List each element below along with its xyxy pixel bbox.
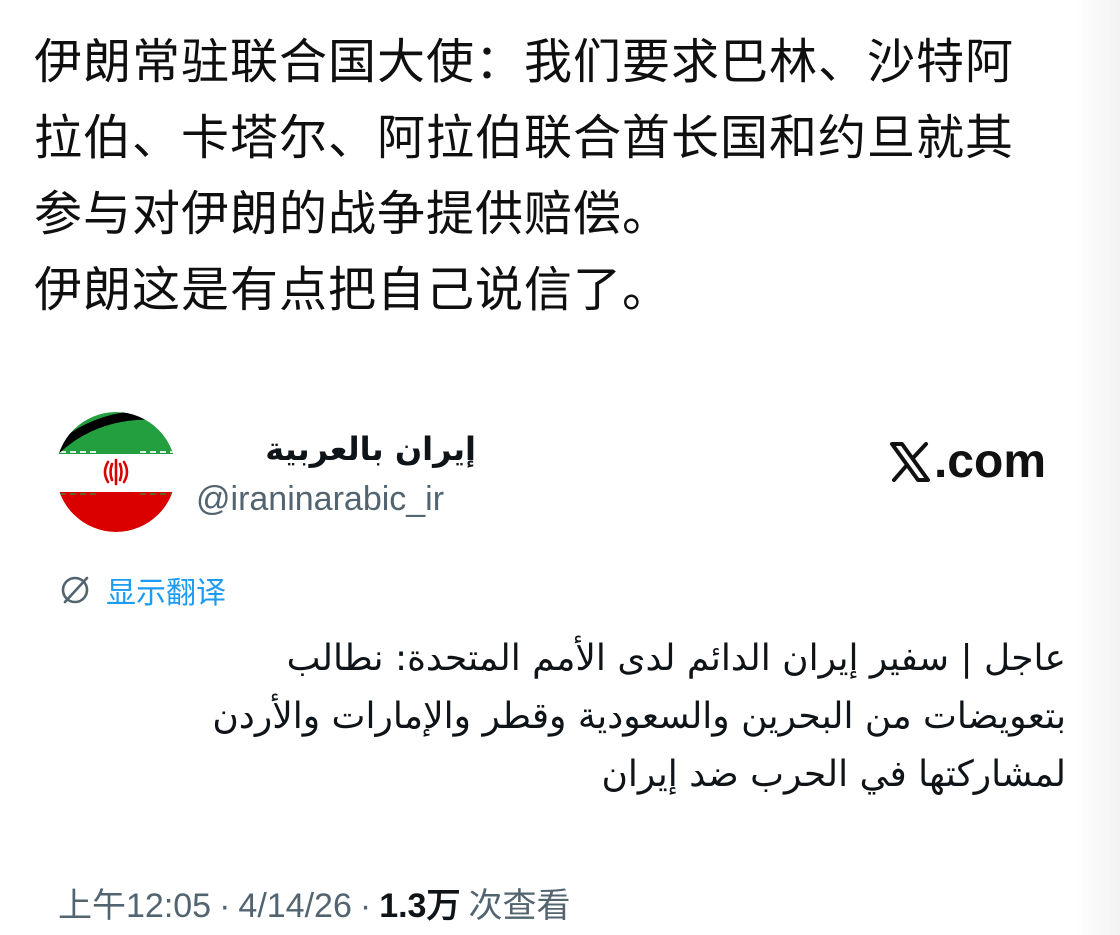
iran-flag-avatar-icon [56, 412, 176, 532]
tweet-line: لمشاركتها في الحرب ضد إيران [601, 754, 1066, 795]
tweet-line: بتعويضات من البحرين والسعودية وقطر والإم… [212, 696, 1066, 737]
brand-domain: .com [933, 435, 1046, 488]
view-count-label: 次查看 [468, 887, 571, 925]
x-brand-link[interactable]: .com [888, 434, 1046, 489]
post-line: 伊朗常驻联合国大使：我们要求巴林、沙特阿 [34, 34, 1015, 90]
post-line: 参与对伊朗的战争提供赔偿。 [34, 186, 672, 242]
user-handle[interactable]: @iraninarabic_ir [196, 480, 444, 519]
tweet-body: عاجل | سفير إيران الدائم لدى الأمم المتح… [66, 630, 1066, 804]
meta-separator: · [359, 887, 372, 925]
view-count: 1.3万 [379, 887, 461, 925]
post-text: 伊朗常驻联合国大使：我们要求巴林、沙特阿 拉伯、卡塔尔、阿拉伯联合酋长国和约旦就… [34, 24, 1074, 328]
avatar[interactable] [56, 412, 176, 532]
tweet-date[interactable]: 4/14/26 [238, 887, 351, 926]
embedded-tweet-card[interactable]: إيران بالعربية @iraninarabic_ir .com 显示翻… [56, 408, 1066, 928]
tweet-line: عاجل | سفير إيران الدائم لدى الأمم المتح… [286, 638, 1066, 679]
screenshot-page: 伊朗常驻联合国大使：我们要求巴林、沙特阿 拉伯、卡塔尔、阿拉伯联合酋长国和约旦就… [0, 0, 1120, 935]
tweet-meta: 上午12:05 · 4/14/26 · 1.3万 次查看 [58, 878, 570, 927]
translate-label: 显示翻译 [106, 576, 226, 611]
post-line: 拉伯、卡塔尔、阿拉伯联合酋长国和约旦就其 [34, 110, 1015, 166]
tweet-time[interactable]: 上午12:05 [58, 878, 211, 927]
x-logo-icon [889, 441, 930, 482]
meta-separator: · [219, 887, 231, 925]
post-line: 伊朗这是有点把自己说信了。 [34, 262, 672, 318]
display-name[interactable]: إيران بالعربية [196, 430, 476, 468]
show-translation-button[interactable]: 显示翻译 [58, 568, 226, 612]
globe-icon [58, 573, 92, 607]
